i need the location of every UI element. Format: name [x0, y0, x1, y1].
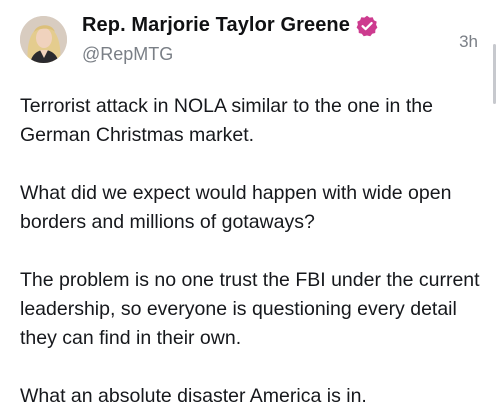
post-card: Rep. Marjorie Taylor Greene @RepMTG 3h T… — [0, 0, 500, 419]
verified-badge-icon — [356, 15, 378, 37]
author-display-name[interactable]: Rep. Marjorie Taylor Greene — [82, 14, 350, 37]
post-paragraph: The problem is no one trust the FBI unde… — [20, 269, 480, 349]
author-handle[interactable]: @RepMTG — [82, 44, 173, 65]
avatar-photo-icon — [20, 16, 67, 63]
post-body: Terrorist attack in NOLA similar to the … — [20, 92, 486, 411]
post-paragraph: Terrorist attack in NOLA similar to the … — [20, 95, 433, 146]
post-paragraph: What an absolute disaster America is in. — [20, 385, 367, 407]
post-timestamp[interactable]: 3h — [459, 32, 478, 52]
post-paragraph: What did we expect would happen with wid… — [20, 182, 452, 233]
scrollbar-thumb[interactable] — [493, 44, 496, 104]
author-avatar[interactable] — [20, 16, 67, 63]
author-name-row: Rep. Marjorie Taylor Greene — [82, 14, 378, 37]
